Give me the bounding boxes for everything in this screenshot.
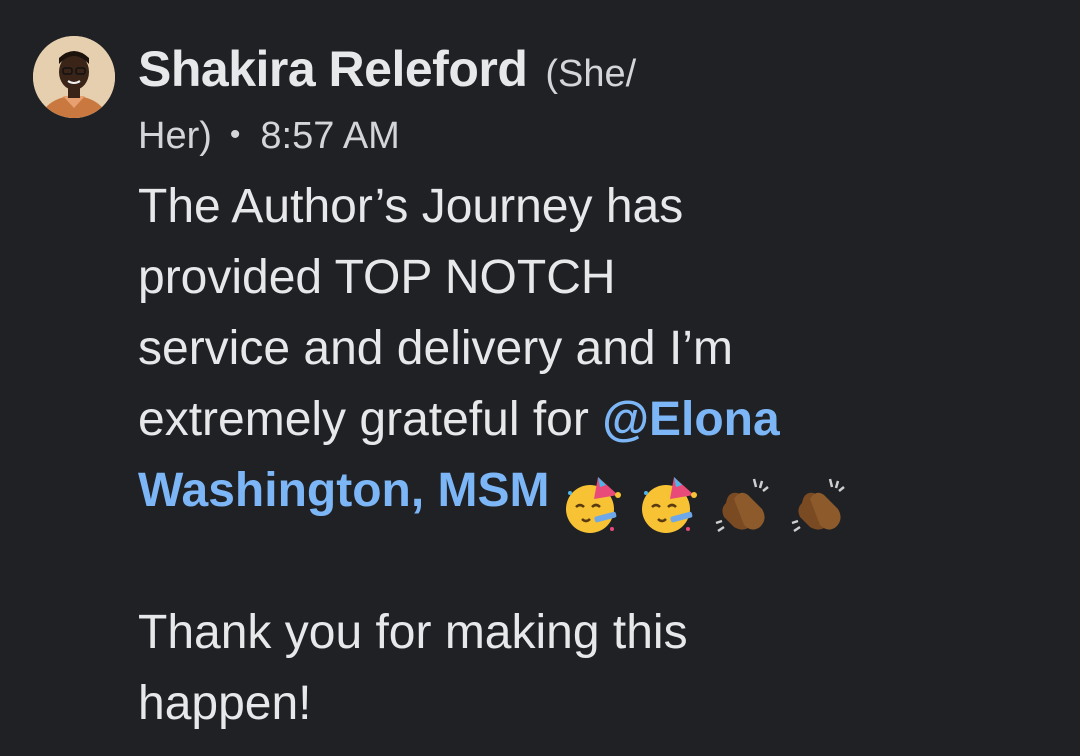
message-header: Shakira Releford (She/ <box>138 34 1058 104</box>
timestamp[interactable]: 8:57 AM <box>260 115 399 157</box>
body-line: Washington, MSM <box>138 455 1058 534</box>
body-text-segment: extremely grateful for <box>138 393 603 446</box>
body-line: service and delivery and I’m <box>138 322 733 375</box>
avatar[interactable] <box>33 36 115 118</box>
user-mention[interactable]: @Elona <box>602 393 780 446</box>
body-line: The Author’s Journey has <box>138 180 684 233</box>
message-meta: Her) • 8:57 AM <box>138 104 1058 167</box>
author-name[interactable]: Shakira Releford <box>138 41 528 97</box>
author-pronouns-continued: Her) <box>138 115 212 157</box>
clapping-hands-emoji-icon <box>791 479 845 533</box>
body-line: happen! <box>138 677 312 730</box>
body-line: provided TOP NOTCH <box>138 251 616 304</box>
partying-face-emoji-icon <box>565 477 621 534</box>
clapping-hands-emoji-icon <box>715 479 769 533</box>
chat-message: Shakira Releford (She/ Her) • 8:57 AM The A… <box>0 0 1080 756</box>
separator-dot: • <box>229 118 241 151</box>
body-line: extremely grateful for @Elona <box>138 384 1058 455</box>
message-body: The Author’s Journey has provided TOP NO… <box>138 171 1058 739</box>
partying-face-emoji-icon <box>641 477 697 534</box>
author-pronouns: (She/ <box>545 53 637 95</box>
emoji-row <box>560 467 864 538</box>
body-line: Thank you for making this <box>138 606 688 659</box>
user-mention-continued[interactable]: Washington, MSM <box>138 464 550 517</box>
